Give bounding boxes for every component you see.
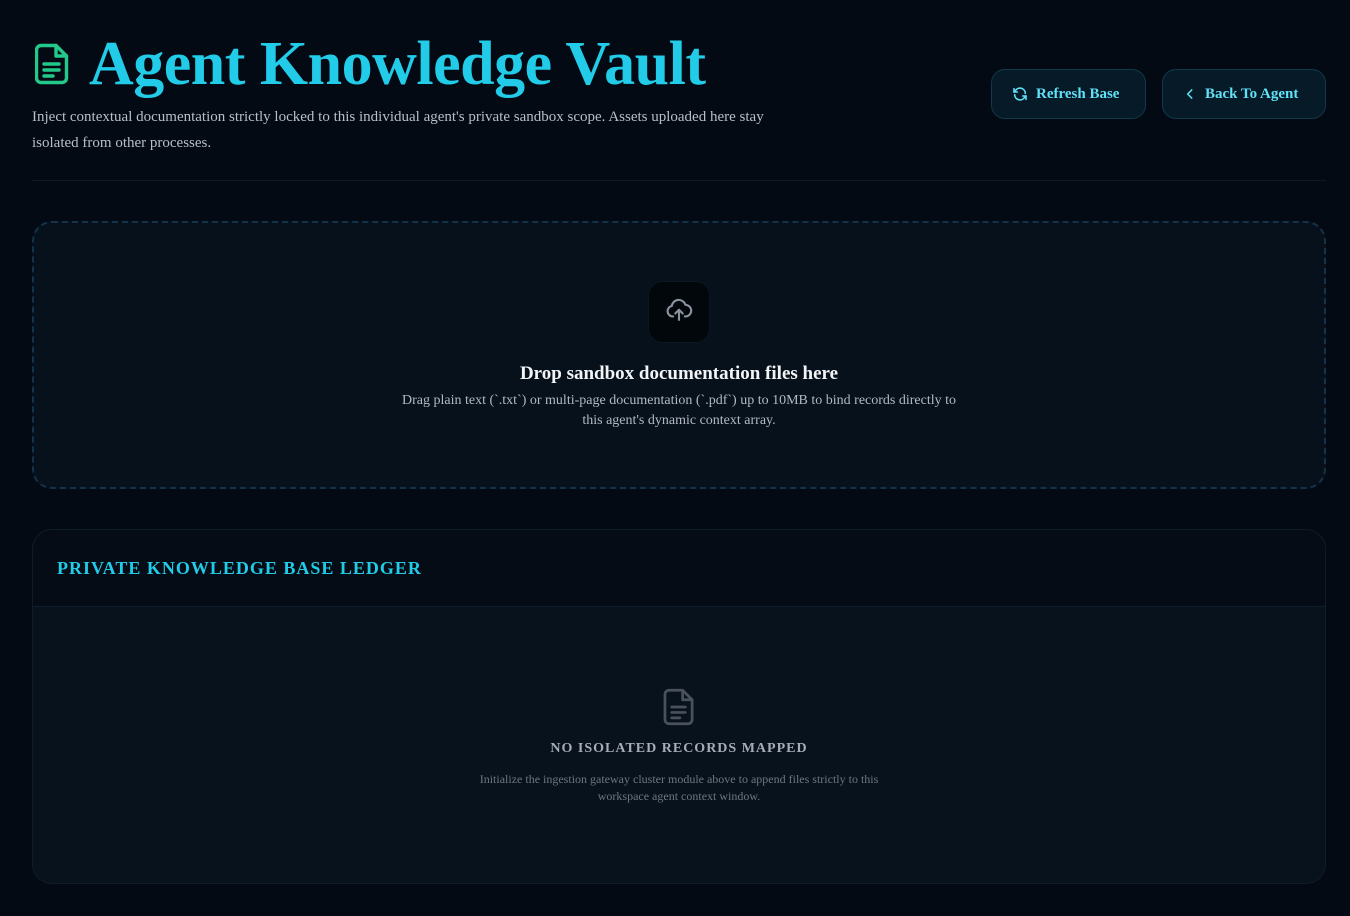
page-subtitle: Inject contextual documentation strictly… — [32, 109, 764, 151]
ledger-empty-state: NO ISOLATED RECORDS MAPPED Initialize th… — [33, 607, 1325, 805]
refresh-base-button[interactable]: Refresh Base — [991, 69, 1146, 119]
empty-state-description: Initialize the ingestion gateway cluster… — [479, 772, 879, 803]
dropzone-description: Drag plain text (`.txt`) or multi-page d… — [401, 393, 957, 428]
upload-icon-box — [648, 281, 710, 343]
page-title: Agent Knowledge Vault — [89, 30, 706, 98]
cloud-upload-icon — [665, 296, 693, 329]
refresh-base-label: Refresh Base — [1036, 85, 1120, 102]
knowledge-vault-page: Agent Knowledge Vault Inject contextual … — [0, 0, 1350, 916]
knowledge-ledger-panel: PRIVATE KNOWLEDGE BASE LEDGER NO ISOLATE… — [32, 529, 1326, 884]
ledger-header: PRIVATE KNOWLEDGE BASE LEDGER — [33, 530, 1325, 607]
dropzone-title: Drop sandbox documentation files here — [519, 363, 839, 384]
back-to-agent-label: Back To Agent — [1205, 85, 1299, 102]
empty-state-title: NO ISOLATED RECORDS MAPPED — [550, 741, 808, 756]
header-actions: Refresh Base Back To Agent — [991, 69, 1326, 119]
ledger-title: PRIVATE KNOWLEDGE BASE LEDGER — [57, 557, 422, 578]
document-icon — [663, 688, 695, 731]
document-icon — [35, 42, 75, 86]
page-header: Agent Knowledge Vault Inject contextual … — [32, 30, 1326, 151]
back-to-agent-button[interactable]: Back To Agent — [1162, 69, 1326, 119]
header-divider — [32, 180, 1326, 181]
file-dropzone[interactable]: Drop sandbox documentation files here Dr… — [32, 221, 1326, 489]
refresh-icon — [1012, 86, 1028, 102]
chevron-left-icon — [1183, 87, 1197, 101]
